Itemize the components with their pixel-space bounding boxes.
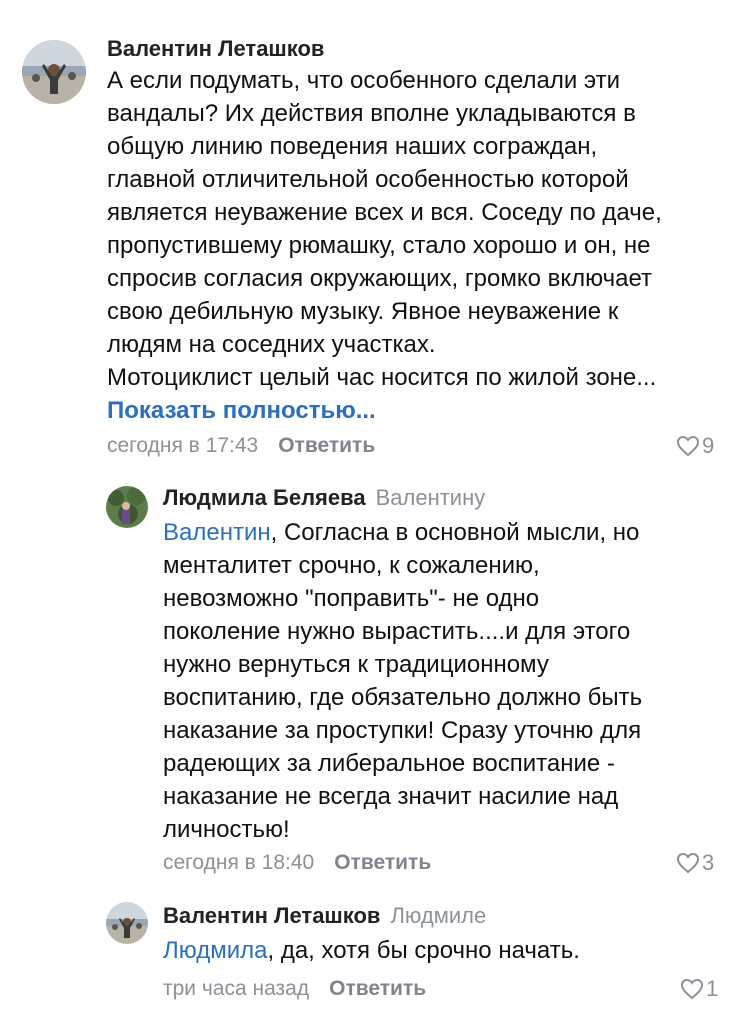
comment-text: Валентин, Согласна в основной мысли, но … (163, 516, 642, 846)
text-line: поколение нужно вырастить....и для этого (163, 618, 631, 645)
comment-meta: сегодня в 17:43 Ответить (107, 433, 375, 459)
text-line: главной отличительной особенностью котор… (107, 166, 629, 193)
text-line: А если подумать, что особенного сделали … (107, 67, 621, 94)
text-line: спросив согласия окружающих, громко вклю… (107, 265, 652, 292)
text-line: наказание не всегда значит насилие над (163, 783, 619, 810)
text-line: общую линию поведения наших сограждан, (107, 133, 598, 160)
like-button[interactable]: 9 (676, 433, 714, 459)
text-line: воспитанию, где обязательно должно быть (163, 684, 643, 711)
timestamp: сегодня в 18:40 (163, 851, 315, 874)
comment-text: Людмила, да, хотя бы срочно начать. (163, 934, 580, 967)
avatar[interactable] (22, 40, 86, 104)
avatar[interactable] (106, 486, 148, 528)
reply-button[interactable]: Ответить (334, 851, 431, 874)
text-line: является неуважение всех и вся. Соседу п… (107, 199, 662, 226)
text-line: вандалы? Их действия вполне укладываются… (107, 100, 636, 127)
reply-to-link[interactable]: Людмиле (390, 903, 486, 928)
text-line: свою дебильную музыку. Явное неуважение … (107, 298, 619, 325)
reply-button[interactable]: Ответить (329, 977, 426, 1000)
comment-header: Людмила Беляева Валентину (163, 484, 485, 512)
like-count: 9 (702, 433, 715, 458)
heart-icon (680, 978, 704, 1000)
text-line: Мотоциклист целый час носится по жилой з… (107, 364, 657, 391)
author-name[interactable]: Валентин Леташков (107, 36, 324, 61)
text-line: менталитет срочно, к сожалению, (163, 552, 540, 579)
like-button[interactable]: 1 (680, 976, 718, 1002)
show-more-link[interactable]: Показать полностью... (107, 394, 376, 427)
like-count: 3 (702, 850, 715, 875)
comment-header: Валентин Леташков Людмиле (163, 902, 486, 930)
heart-icon (676, 435, 700, 457)
text-line: пропустившему рюмашку, стало хорошо и он… (107, 232, 651, 259)
text-line: радеющих за либеральное воспитание - (163, 750, 615, 777)
author-name[interactable]: Людмила Беляева (163, 485, 366, 510)
text-line: людям на соседних участках. (107, 331, 436, 358)
mention-link[interactable]: Валентин (163, 519, 271, 546)
comment-valentin-2: Валентин Леташков Людмиле Людмила, да, хо… (0, 890, 749, 1024)
avatar[interactable] (106, 902, 148, 944)
like-count: 1 (706, 976, 719, 1001)
like-button[interactable]: 3 (676, 850, 714, 876)
text-line: нужно вернуться к традиционному (163, 651, 549, 678)
timestamp: сегодня в 17:43 (107, 434, 259, 457)
comment-valentin-1: Валентин Леташков А если подумать, что о… (0, 0, 749, 470)
text-line: Валентин, Согласна в основной мысли, но (163, 519, 640, 546)
comment-meta: три часа назад Ответить (163, 976, 426, 1002)
text-line: Людмила, да, хотя бы срочно начать. (163, 937, 580, 964)
author-name[interactable]: Валентин Леташков (163, 903, 380, 928)
text-line: личностью! (163, 816, 290, 843)
heart-icon (676, 852, 700, 874)
reply-to-link[interactable]: Валентину (376, 485, 486, 510)
timestamp: три часа назад (163, 977, 310, 1000)
comment-meta: сегодня в 18:40 Ответить (163, 850, 431, 876)
comment-header: Валентин Леташков (107, 35, 324, 63)
text-line: невозможно "поправить"- не одно (163, 585, 540, 612)
text-line: наказание за проступки! Сразу уточню для (163, 717, 642, 744)
comment-text: А если подумать, что особенного сделали … (107, 64, 662, 394)
reply-button[interactable]: Ответить (278, 434, 375, 457)
mention-link[interactable]: Людмила (163, 937, 267, 964)
comment-lyudmila: Людмила Беляева Валентину Валентин, Согла… (0, 470, 749, 890)
